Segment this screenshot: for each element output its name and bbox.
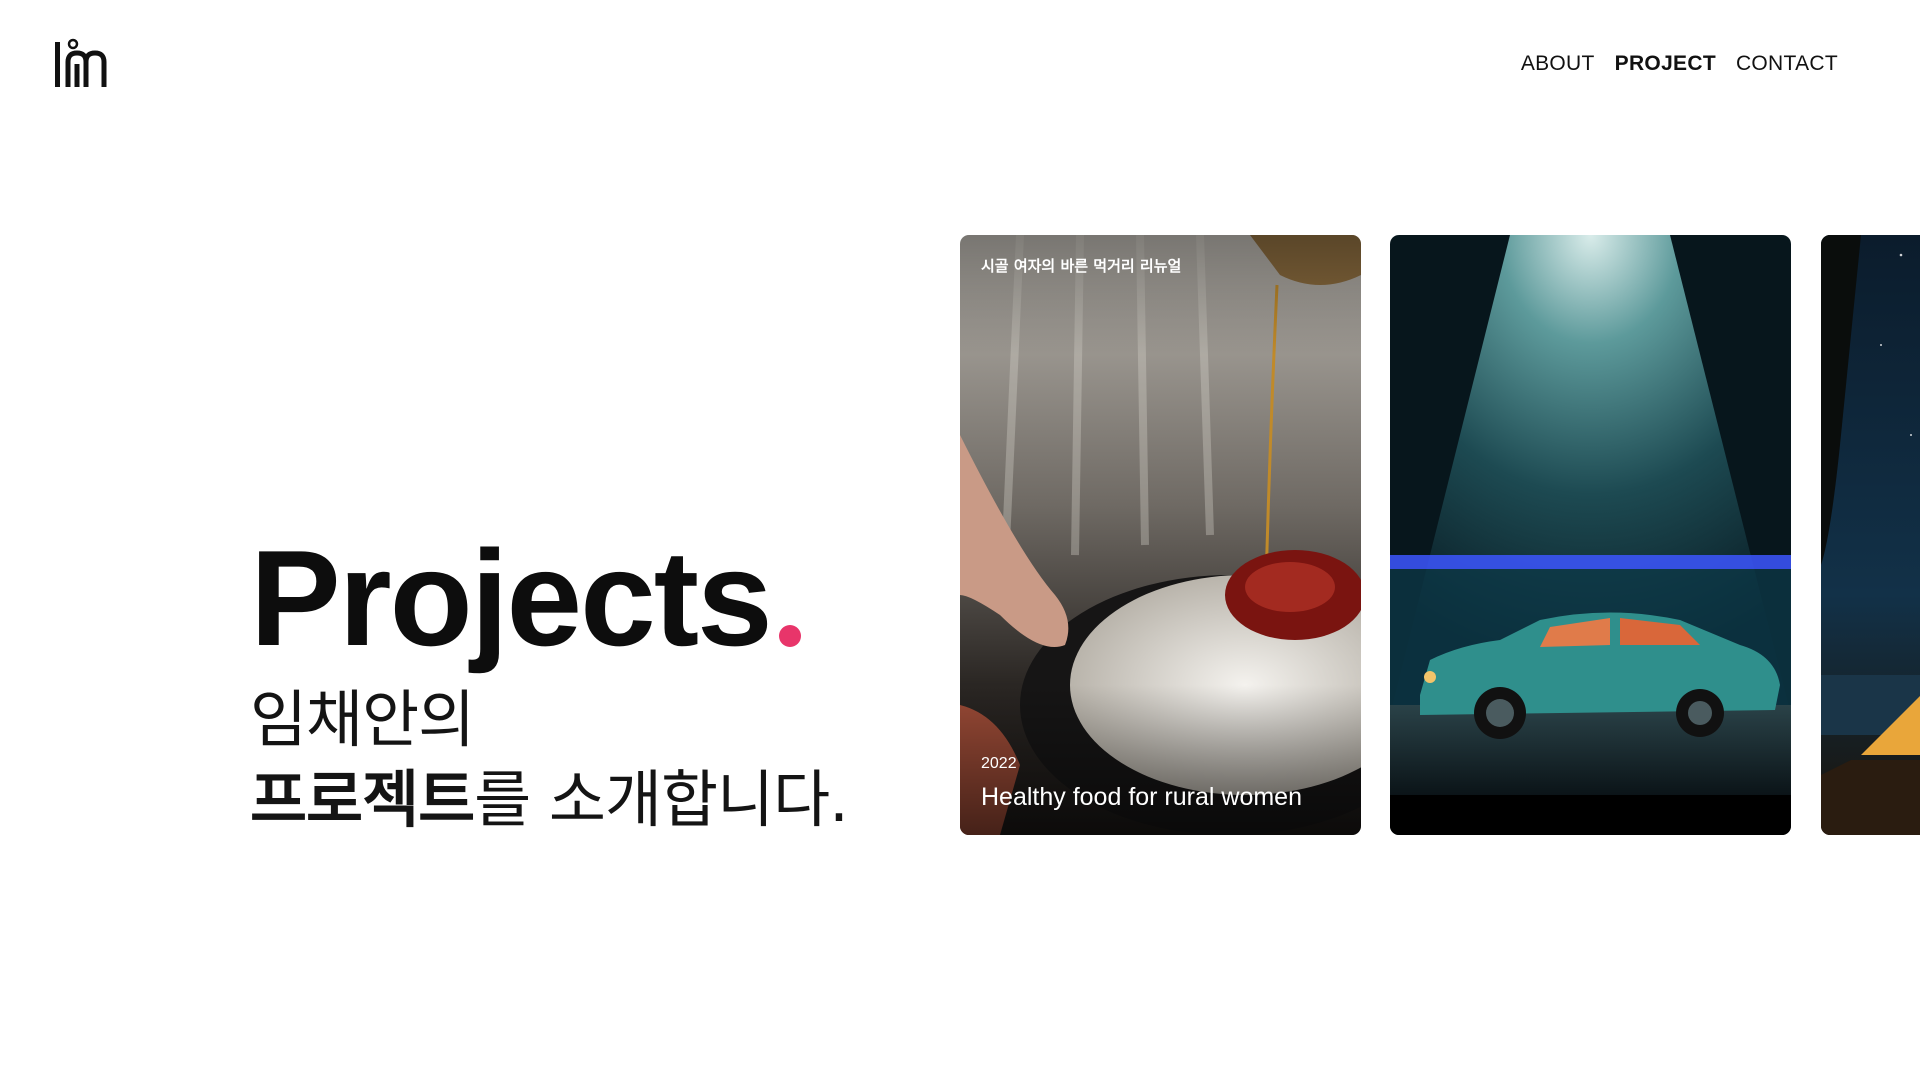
nav-project[interactable]: PROJECT <box>1615 52 1716 76</box>
project-card-food[interactable]: 시골 여자의 바른 먹거리 리뉴얼 2022 Healthy food for … <box>960 235 1361 835</box>
hero-subtitle: 임채안의 프로젝트를 소개합니다. <box>250 680 849 840</box>
hero-title: Projects <box>250 530 848 666</box>
hero-subtitle-rest: 를 소개합니다. <box>474 763 849 836</box>
hero: Projects 임채안의 프로젝트를 소개합니다. <box>250 530 849 840</box>
hero-subtitle-line2: 프로젝트를 소개합니다. <box>250 760 849 840</box>
project-card-car[interactable] <box>1390 235 1791 835</box>
food-rice-photo <box>960 235 1361 835</box>
night-tent-photo <box>1821 235 1920 835</box>
main-nav: ABOUT PROJECT CONTACT <box>1521 52 1838 76</box>
project-card-tent[interactable] <box>1821 235 1920 835</box>
hero-subtitle-bold: 프로젝트 <box>250 763 475 836</box>
nav-contact[interactable]: CONTACT <box>1736 52 1838 76</box>
hero-subtitle-line1: 임채안의 <box>250 683 475 756</box>
nav-about[interactable]: ABOUT <box>1521 52 1595 76</box>
card-year: 2022 <box>981 755 1017 772</box>
im-logo-icon[interactable] <box>52 38 114 90</box>
hero-title-text: Projects <box>250 522 773 674</box>
page: ABOUT PROJECT CONTACT Projects 임채안의 프로젝트… <box>0 0 1920 1080</box>
car-light-beam-photo <box>1390 235 1791 835</box>
hero-title-dot <box>778 625 801 647</box>
card-title: Healthy food for rural women <box>981 783 1302 811</box>
card-caption: 시골 여자의 바른 먹거리 리뉴얼 <box>981 257 1182 275</box>
